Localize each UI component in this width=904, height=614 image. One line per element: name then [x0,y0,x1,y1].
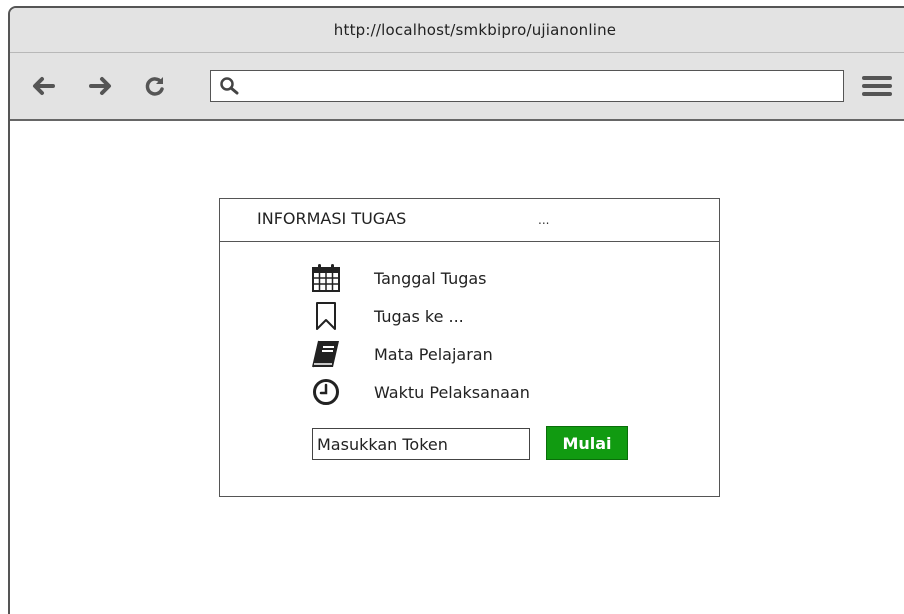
search-icon [220,77,239,95]
browser-toolbar [10,53,904,121]
reload-icon [145,77,164,96]
start-button[interactable]: Mulai [546,426,628,460]
token-input[interactable] [312,428,530,460]
hamburger-menu-icon [862,76,892,96]
info-row-mata-pelajaran: Mata Pelajaran [308,337,493,371]
book-icon [308,337,344,371]
reload-button[interactable] [142,75,168,97]
info-label-waktu: Waktu Pelaksanaan [374,382,530,402]
address-bar[interactable] [210,70,844,102]
clock-icon [308,375,344,409]
info-label-mata-pelajaran: Mata Pelajaran [374,344,493,364]
calendar-icon [308,261,344,295]
info-label-tugas-ke: Tugas ke ... [374,306,464,326]
arrow-right-icon [89,77,111,95]
browser-titlebar: http://localhost/smkbipro/ujianonline [10,8,904,53]
card-header: INFORMASI TUGAS ... [220,199,719,242]
menu-button[interactable] [860,73,894,99]
window-title-url: http://localhost/smkbipro/ujianonline [333,21,617,39]
info-label-tanggal: Tanggal Tugas [374,268,487,288]
info-row-tanggal: Tanggal Tugas [308,261,487,295]
card-title: INFORMASI TUGAS [257,209,407,228]
bookmark-icon [308,299,344,333]
task-info-card: INFORMASI TUGAS ... Tanggal Tugas Tugas … [219,198,720,497]
info-row-tugas-ke: Tugas ke ... [308,299,464,333]
forward-button[interactable] [88,75,114,97]
arrow-left-icon [33,77,55,95]
browser-window: http://localhost/smkbipro/ujianonline IN… [8,6,904,614]
card-title-suffix: ... [538,213,550,227]
info-row-waktu: Waktu Pelaksanaan [308,375,530,409]
back-button[interactable] [30,75,56,97]
